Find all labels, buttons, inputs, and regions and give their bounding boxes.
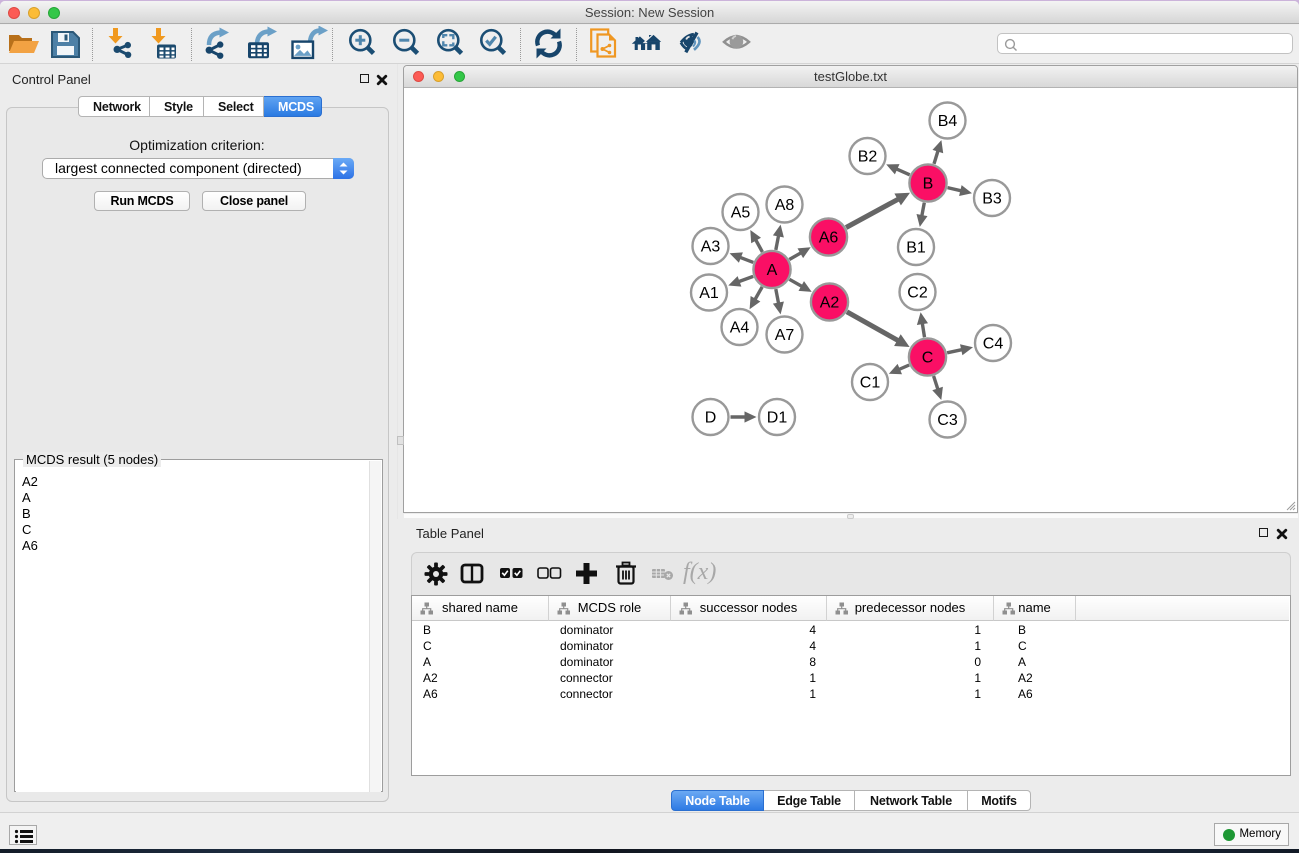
svg-text:B2: B2 [858, 149, 878, 166]
svg-text:D: D [705, 410, 717, 427]
svg-text:A7: A7 [775, 327, 795, 344]
svg-text:A5: A5 [731, 205, 751, 222]
svg-text:C4: C4 [983, 336, 1004, 353]
svg-text:A8: A8 [775, 197, 795, 214]
svg-text:A2: A2 [820, 295, 840, 312]
svg-text:C3: C3 [937, 412, 958, 429]
svg-text:B1: B1 [906, 240, 926, 257]
svg-text:A3: A3 [701, 239, 721, 256]
svg-text:C: C [922, 350, 934, 367]
svg-text:C1: C1 [860, 375, 881, 392]
svg-text:A4: A4 [730, 320, 750, 337]
svg-text:A: A [767, 262, 778, 279]
svg-text:D1: D1 [767, 410, 788, 427]
svg-text:B: B [923, 176, 934, 193]
svg-text:A6: A6 [819, 230, 839, 247]
svg-text:B4: B4 [938, 113, 958, 130]
svg-text:C2: C2 [907, 285, 928, 302]
svg-text:A1: A1 [699, 285, 719, 302]
svg-text:B3: B3 [982, 191, 1002, 208]
